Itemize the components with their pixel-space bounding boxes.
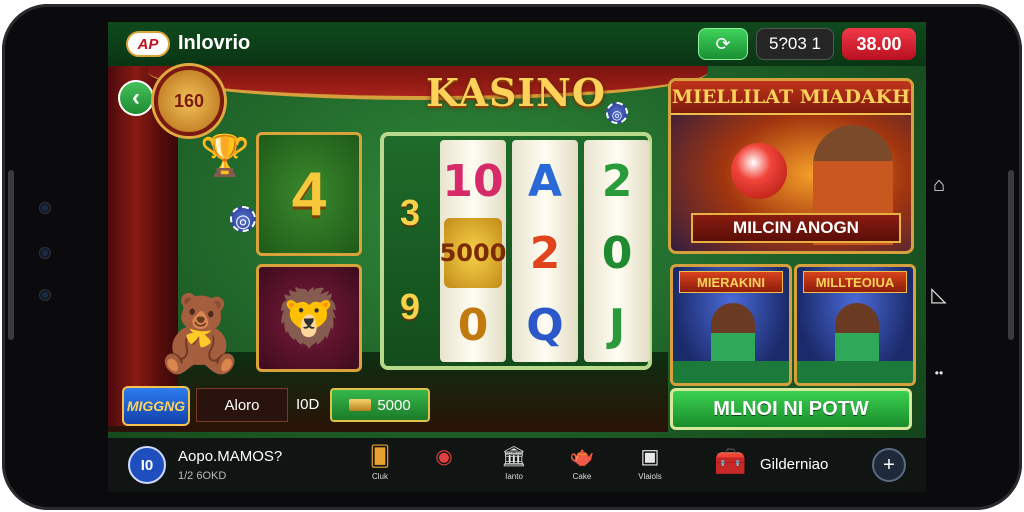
nav-label: Cake (572, 472, 592, 481)
profile-subtitle: 1/2 6OKD (178, 470, 227, 482)
ball-image (731, 143, 787, 199)
chevron-left-icon: ‹ (132, 84, 140, 111)
reel-symbol: 0 (601, 227, 633, 279)
back-nav-icon[interactable]: ◺ (924, 282, 954, 307)
reel-symbol: J (608, 299, 626, 351)
profile-avatar[interactable]: I0 (128, 446, 166, 484)
bank-icon: 🏛 (501, 446, 527, 468)
add-button[interactable]: + (872, 448, 906, 482)
nav-item-bank[interactable]: 🏛 Ianto (488, 444, 540, 488)
symbol-tile-four[interactable]: 4 (256, 132, 362, 256)
teapot-icon: 🫖 (569, 446, 595, 468)
bet-label: I0D (296, 396, 320, 413)
reel-side-number: 9 (399, 286, 421, 327)
treasure-chest-icon[interactable]: 🧰 (714, 446, 746, 480)
table-image (797, 361, 913, 383)
promo-card-main[interactable]: MIELLILAT MIADAKH MILCIN ANOGN (668, 78, 914, 254)
nav-item-cards[interactable]: 🂠 Cluk (354, 444, 406, 488)
gift-box-icon: ▣ (640, 446, 660, 468)
balance-button[interactable]: 38.00 (842, 28, 916, 60)
bottom-nav: I0 Aopo.MAMOS? 1/2 6OKD 🂠 Cluk ◉ 🏛 Ianto… (108, 438, 926, 492)
menu-dots-icon[interactable]: •• (924, 366, 954, 380)
gold-bar-icon (349, 399, 372, 411)
sensor (40, 290, 50, 300)
app-title: Inlovrio (178, 32, 251, 54)
promo-card-small-2[interactable]: MILLTEOIUA (794, 264, 916, 386)
nav-item-roulette[interactable]: ◉ (418, 444, 470, 488)
game-title: KASINO (425, 70, 607, 115)
promo-card-small-1[interactable]: MIERAKINI (670, 264, 792, 386)
nav-label: Cluk (371, 472, 388, 481)
plus-icon: + (883, 453, 895, 476)
reel-symbol: 0 (457, 299, 489, 351)
front-camera (40, 203, 50, 213)
bear-mascot-icon: 🧸 (153, 292, 247, 375)
lion-icon: 🦁 (274, 286, 344, 349)
reel-symbol: 10 (442, 155, 504, 207)
reel-symbol: 2 (529, 227, 561, 279)
nav-label: Ianto (505, 472, 523, 481)
nav-item-teapot[interactable]: 🫖 Cake (556, 444, 608, 488)
profile-name: Aopo.MAMOS? (178, 448, 283, 465)
promo-small-header: MIERAKINI (679, 271, 783, 293)
phone-frame: ⌂ ◺ •• AP Inlovrio ⟳ 5?03 1 38.00 ‹ 160 … (0, 0, 1024, 512)
chip-icon: ◎ (606, 102, 628, 124)
rewards-label: Gilderniao (760, 456, 829, 473)
bet-value: 5000 (377, 396, 411, 414)
daily-bonus-button[interactable]: ⟳ (698, 28, 748, 60)
back-button[interactable]: ‹ (118, 80, 154, 116)
phone-side-edge-left (8, 170, 14, 340)
reel-symbol: 2 (601, 155, 633, 207)
promo-main-footer: MILCIN ANOGN (691, 213, 901, 243)
slot-reels[interactable]: 3 9 10 5000 0 A 2 Q 2 0 J (380, 132, 652, 370)
symbol-tile-lion[interactable]: 🦁 (256, 264, 362, 372)
top-bar: AP Inlovrio ⟳ 5?03 1 38.00 (108, 22, 926, 66)
sensor (40, 248, 50, 258)
trophy-icon: 🏆 (200, 134, 250, 178)
wheel-label: 160 (173, 90, 205, 111)
reel-1: 10 5000 0 (440, 140, 506, 362)
player-field[interactable]: Aloro (196, 388, 288, 422)
roulette-icon: ◉ (435, 446, 453, 468)
reel-symbol: A (527, 155, 563, 207)
game-badge-button[interactable]: MIGGNG (122, 386, 190, 426)
reel-side-number: 3 (399, 192, 421, 233)
phone-side-edge-right (1008, 170, 1014, 340)
chip-icon: ◎ (230, 206, 256, 232)
reel-symbol: 5000 (440, 218, 506, 288)
bet-button[interactable]: 5000 (330, 388, 430, 422)
app-screen: AP Inlovrio ⟳ 5?03 1 38.00 ‹ 160 KASINO … (108, 22, 926, 492)
promo-small-header: MILLTEOIUA (803, 271, 907, 293)
reel-3: 2 0 J (584, 140, 650, 362)
reel-symbol: Q (526, 299, 564, 351)
home-nav-icon[interactable]: ⌂ (924, 174, 954, 197)
play-now-button[interactable]: MLNOI NI POTW (670, 388, 912, 430)
bonus-wheel[interactable]: 160 (154, 66, 224, 136)
promo-main-header: MIELLILAT MIADAKH (671, 81, 911, 115)
nav-label: Vlaiols (638, 472, 662, 481)
table-image (673, 361, 789, 383)
app-logo: AP (126, 31, 170, 57)
nav-item-gift[interactable]: ▣ Vlaiols (624, 444, 676, 488)
coin-counter: 5?03 1 (756, 28, 834, 60)
refresh-icon: ⟳ (715, 33, 731, 54)
reel-2: A 2 Q (512, 140, 578, 362)
cards-icon: 🂠 (369, 446, 391, 468)
tile-symbol: 4 (291, 159, 327, 229)
